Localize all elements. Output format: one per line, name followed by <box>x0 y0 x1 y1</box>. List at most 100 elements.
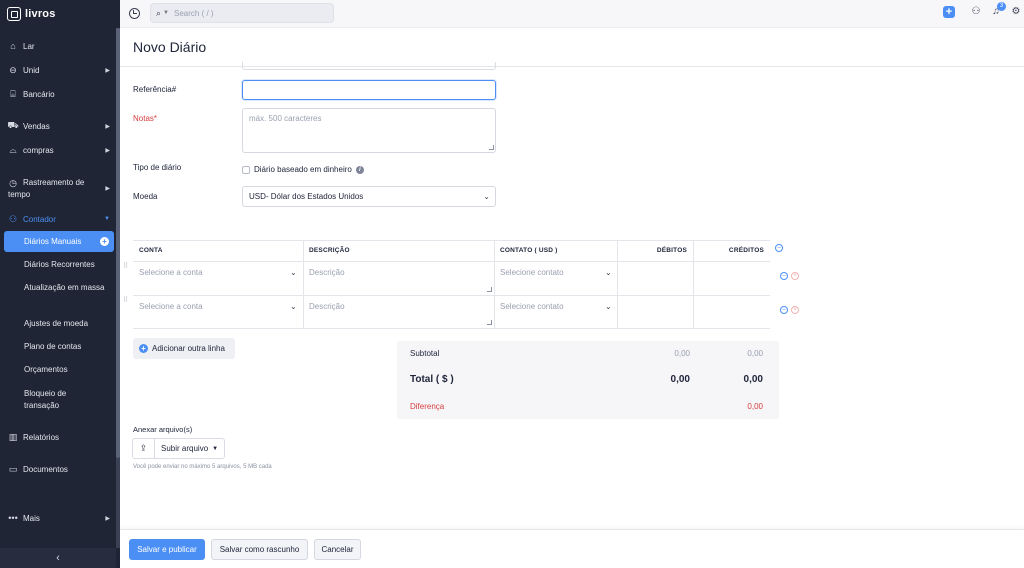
chevron-down-icon: ⌄ <box>483 192 490 201</box>
sidebar-subitem-bloqueio[interactable]: Bloqueio de transação <box>24 388 84 412</box>
table-col-divider <box>494 240 495 328</box>
sidebar-subitem-label: Diários Manuais <box>24 237 82 246</box>
upload-button[interactable]: ⇪ Subir arquivo ▼ <box>132 438 225 459</box>
chevron-down-icon[interactable]: ⌄ <box>605 302 612 311</box>
total-debit: 0,00 <box>670 374 690 385</box>
sidebar-item-vendas[interactable]: ⛟ Vendas ▶ <box>0 120 116 132</box>
reference-input[interactable] <box>242 80 496 100</box>
chevron-down-icon[interactable]: ▼ <box>163 10 169 16</box>
sidebar-item-label: compras <box>23 145 54 155</box>
invite-user-icon[interactable]: ⚇ <box>970 6 982 18</box>
resize-handle-icon[interactable] <box>487 287 492 292</box>
quick-create-button[interactable]: + <box>943 6 955 18</box>
drag-handle-icon[interactable]: ⠿ <box>123 263 129 275</box>
plus-icon[interactable]: + <box>100 237 109 246</box>
sidebar-item-lar[interactable]: ⌂ Lar <box>0 40 116 52</box>
row-options-icon[interactable]: – <box>780 272 788 280</box>
collapse-sidebar-button[interactable]: ‹ <box>0 548 116 568</box>
table-col-divider <box>617 240 618 328</box>
sidebar-item-label: Unid <box>23 65 40 75</box>
sidebar-item-bancario[interactable]: ⌸ Bancário <box>0 88 116 100</box>
account-select[interactable]: Selecione a conta <box>139 268 203 277</box>
basket-icon: ⊖ <box>9 64 17 75</box>
caret-down-icon[interactable]: ▼ <box>212 446 218 452</box>
sidebar-item-label: Contador <box>23 214 56 224</box>
save-publish-button[interactable]: Salvar e publicar <box>129 539 205 560</box>
gear-icon[interactable]: ⚙ <box>1010 6 1022 18</box>
sidebar-subitem-plano[interactable]: Plano de contas <box>24 341 116 353</box>
notes-textarea[interactable] <box>242 108 496 153</box>
sidebar-item-contador[interactable]: ⚇ Contador ▼ <box>0 213 116 225</box>
currency-select[interactable]: USD- Dólar dos Estados Unidos ⌄ <box>242 186 496 207</box>
search-box[interactable]: ⌕ ▼ Search ( / ) <box>150 3 334 23</box>
upload-label: Subir arquivo <box>161 444 209 453</box>
contact-select[interactable]: Selecione contato <box>500 268 564 277</box>
sidebar-subitem-diarios-manuais[interactable]: Diários Manuais + <box>4 231 114 252</box>
description-textarea[interactable]: Descrição <box>309 268 345 277</box>
sidebar: livros ⌂ Lar ⊖ Unid ▶ ⌸ Bancário ⛟ Venda… <box>0 0 120 568</box>
home-icon: ⌂ <box>10 41 16 51</box>
row-options-icon[interactable]: – <box>780 306 788 314</box>
chevron-down-icon[interactable]: ⌄ <box>290 302 297 311</box>
total-label: Total ( $ ) <box>410 374 454 385</box>
books-logo-icon <box>7 7 21 21</box>
account-select[interactable]: Selecione a conta <box>139 302 203 311</box>
chevron-right-icon: ▶ <box>105 186 110 192</box>
table-header-conta: CONTA <box>139 247 163 254</box>
subtotal-debit: 0,00 <box>674 349 690 358</box>
drag-handle-icon[interactable]: ⠿ <box>123 297 129 309</box>
sidebar-item-label: Rastreamento de tempo <box>8 178 85 199</box>
sidebar-subitem-diarios-recorrentes[interactable]: Diários Recorrentes <box>24 259 116 271</box>
subtotal-label: Subtotal <box>410 349 440 358</box>
sidebar-subitem-ajustes[interactable]: Ajustes de moeda <box>24 318 116 330</box>
attach-label: Anexar arquivo(s) <box>133 425 193 434</box>
currency-label: Moeda <box>133 192 158 201</box>
search-placeholder: Search ( / ) <box>174 8 214 18</box>
chart-icon: ▥ <box>8 431 18 442</box>
cancel-button[interactable]: Cancelar <box>314 539 361 560</box>
save-draft-button[interactable]: Salvar como rascunho <box>211 539 308 560</box>
info-icon[interactable]: i <box>355 165 364 174</box>
table-col-divider <box>693 240 694 328</box>
cart-icon: ⛟ <box>7 120 19 130</box>
more-icon: ••• <box>8 513 18 523</box>
table-col-divider <box>303 240 304 328</box>
brand[interactable]: livros <box>0 0 120 28</box>
table-header-contato: CONTATO ( USD ) <box>500 247 558 254</box>
history-icon[interactable] <box>129 8 140 19</box>
sidebar-item-compras[interactable]: ⌓ compras ▶ <box>0 144 116 156</box>
search-icon: ⌕ <box>156 7 162 18</box>
chevron-right-icon: ▶ <box>105 67 110 74</box>
sidebar-item-relatorios[interactable]: ▥ Relatórios <box>0 431 116 443</box>
column-options-icon[interactable]: – <box>775 244 783 252</box>
sidebar-subitem-orcamentos[interactable]: Orçamentos <box>24 364 116 376</box>
remove-row-icon[interactable]: × <box>791 306 799 314</box>
resize-handle-icon[interactable] <box>487 320 492 325</box>
page-title: Novo Diário <box>133 39 207 55</box>
remove-row-icon[interactable]: × <box>791 272 799 280</box>
description-textarea[interactable]: Descrição <box>309 302 345 311</box>
chevron-down-icon[interactable]: ⌄ <box>290 268 297 277</box>
add-row-button[interactable]: + Adicionar outra linha <box>133 338 235 359</box>
cash-based-label: Diário baseado em dinheiro <box>254 165 352 174</box>
sidebar-subitem-atualizacao[interactable]: Atualização em massa <box>24 282 116 294</box>
notifications-bell-icon[interactable]: ♫ 3 <box>990 2 1006 18</box>
previous-field[interactable] <box>242 62 496 70</box>
chevron-down-icon[interactable]: ⌄ <box>605 268 612 277</box>
sidebar-item-documentos[interactable]: ▭ Documentos <box>0 463 116 475</box>
sidebar-item-rastreamento[interactable]: ◷ Rastreamento de tempo ▶ <box>0 177 116 201</box>
table-bottom-border <box>133 328 770 329</box>
cash-based-checkbox[interactable]: Diário baseado em dinheiro i <box>242 165 364 174</box>
difference-value: 0,00 <box>747 402 763 411</box>
chevron-right-icon: ▶ <box>105 123 110 130</box>
sidebar-item-mais[interactable]: ••• Mais ▶ <box>0 512 116 524</box>
sidebar-item-unid[interactable]: ⊖ Unid ▶ <box>0 64 116 76</box>
top-bar: ⌕ ▼ Search ( / ) + ⚇ ♫ 3 ⚙ <box>120 0 1024 28</box>
contact-select[interactable]: Selecione contato <box>500 302 564 311</box>
sidebar-scrollbar-thumb[interactable] <box>116 28 120 458</box>
currency-value: USD- Dólar dos Estados Unidos <box>249 192 364 201</box>
checkbox-box[interactable] <box>242 165 250 174</box>
resize-handle-icon[interactable] <box>489 145 494 150</box>
chevron-left-icon: ‹ <box>56 552 60 564</box>
chevron-right-icon: ▶ <box>105 147 110 154</box>
